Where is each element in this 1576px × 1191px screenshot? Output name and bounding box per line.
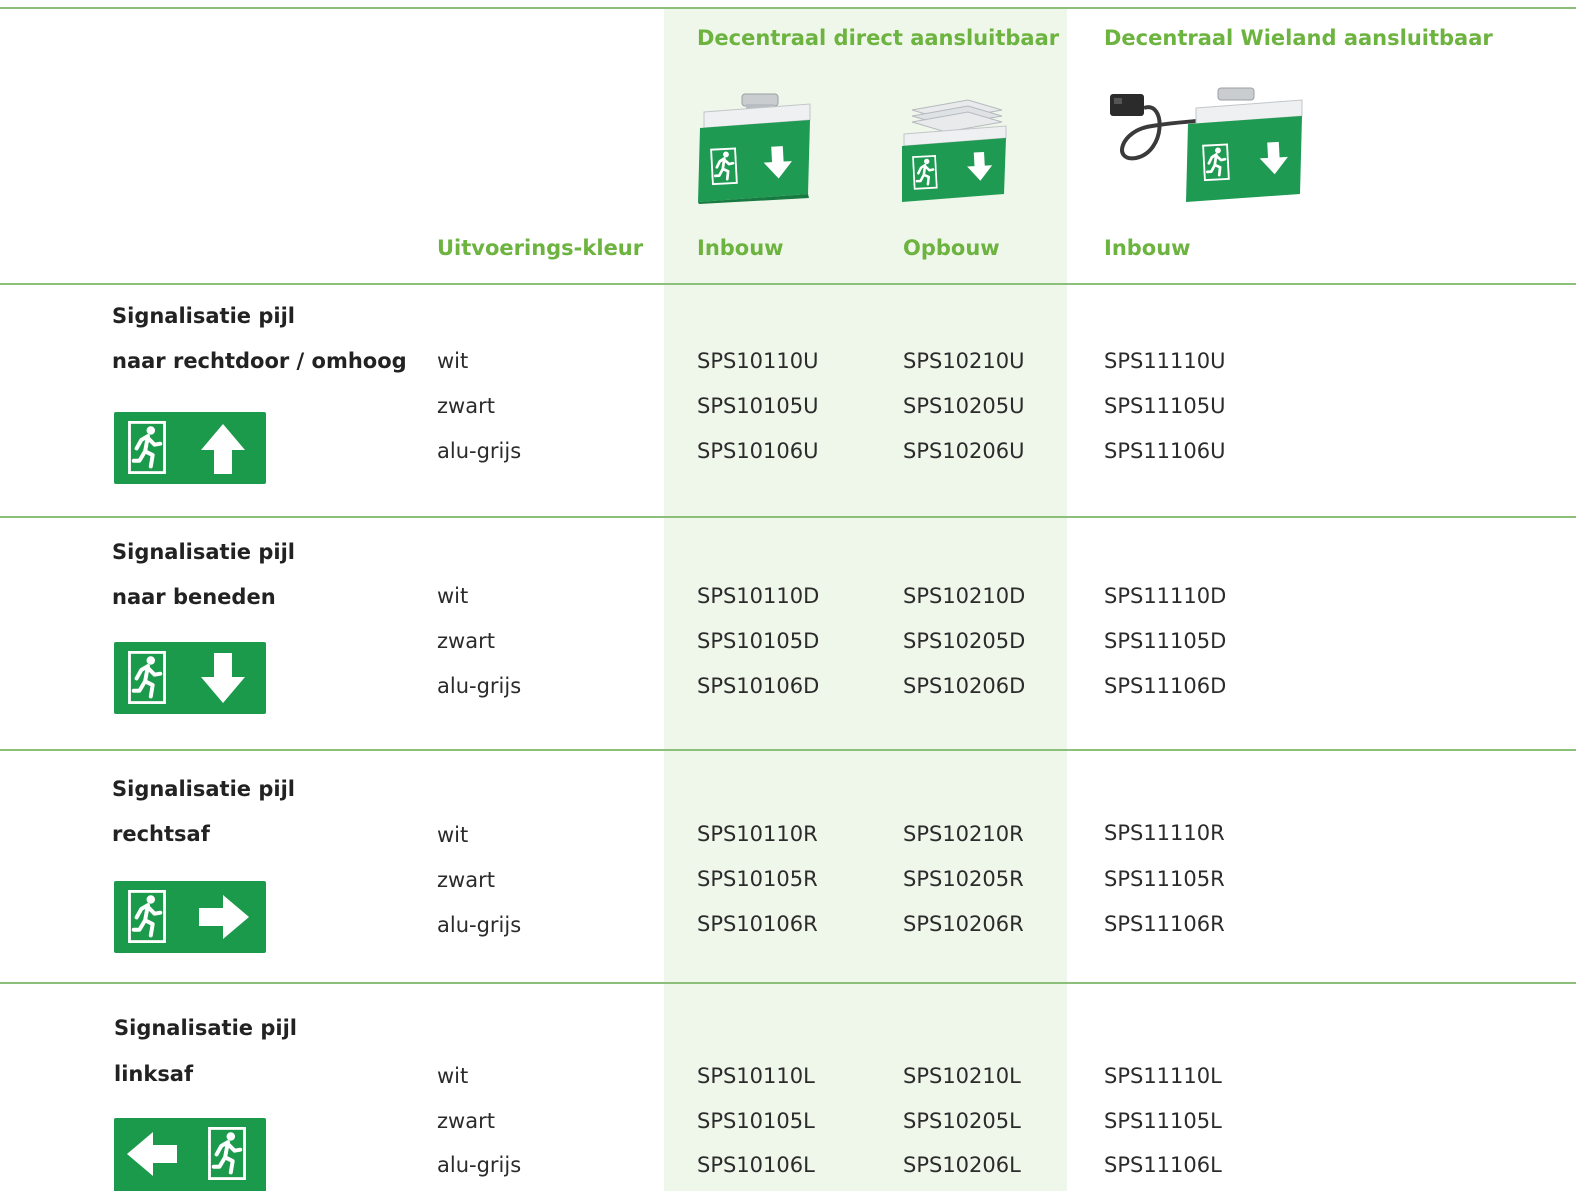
inbouw-code: SPS10106L bbox=[697, 1153, 815, 1177]
wieland-code: SPS11106R bbox=[1104, 912, 1225, 936]
section-divider bbox=[0, 982, 1576, 984]
opbouw-code: SPS10210U bbox=[903, 349, 1025, 373]
color-cell: zwart bbox=[437, 629, 495, 653]
color-cell: wit bbox=[437, 823, 469, 847]
wieland-code: SPS11105U bbox=[1104, 394, 1226, 418]
col-header-inbouw: Inbouw bbox=[697, 236, 784, 260]
wieland-code: SPS11105L bbox=[1104, 1109, 1222, 1133]
opbouw-code: SPS10205U bbox=[903, 394, 1025, 418]
exit-sign-up-icon bbox=[114, 412, 266, 484]
opbouw-code: SPS10210R bbox=[903, 822, 1024, 846]
section-title-line1: Signalisatie pijl bbox=[112, 304, 295, 328]
opbouw-code: SPS10210D bbox=[903, 584, 1026, 608]
exit-sign-right-icon bbox=[114, 881, 266, 953]
group-header-wieland: Decentraal Wieland aansluitbaar bbox=[1104, 26, 1493, 50]
color-cell: zwart bbox=[437, 868, 495, 892]
opbouw-code: SPS10205L bbox=[903, 1109, 1021, 1133]
product-image-wieland-inbouw bbox=[1110, 87, 1303, 202]
opbouw-code: SPS10206L bbox=[903, 1153, 1021, 1177]
wieland-code: SPS11110R bbox=[1104, 821, 1225, 845]
inbouw-code: SPS10105L bbox=[697, 1109, 815, 1133]
product-image-direct-opbouw bbox=[902, 99, 1007, 202]
color-cell: zwart bbox=[437, 394, 495, 418]
inbouw-code: SPS10110U bbox=[697, 349, 819, 373]
inbouw-code: SPS10110L bbox=[697, 1064, 815, 1088]
opbouw-code: SPS10210L bbox=[903, 1064, 1021, 1088]
inbouw-code: SPS10106U bbox=[697, 439, 819, 463]
section-title-line1: Signalisatie pijl bbox=[112, 540, 295, 564]
opbouw-code: SPS10206R bbox=[903, 912, 1024, 936]
group-header-direct: Decentraal direct aansluitbaar bbox=[697, 26, 1060, 50]
col-header-opbouw: Opbouw bbox=[903, 236, 1000, 260]
inbouw-code: SPS10105U bbox=[697, 394, 819, 418]
section-title-line1: Signalisatie pijl bbox=[112, 777, 295, 801]
product-image-direct-inbouw bbox=[698, 93, 811, 204]
inbouw-code: SPS10110D bbox=[697, 584, 820, 608]
wieland-code: SPS11105R bbox=[1104, 867, 1225, 891]
inbouw-code: SPS10105R bbox=[697, 867, 818, 891]
wieland-code: SPS11106L bbox=[1104, 1153, 1222, 1177]
color-cell: alu-grijs bbox=[437, 674, 522, 698]
col-header-color: Uitvoerings-kleur bbox=[437, 236, 644, 260]
opbouw-code: SPS10205D bbox=[903, 629, 1026, 653]
exit-sign-left-icon bbox=[114, 1118, 266, 1191]
inbouw-code: SPS10105D bbox=[697, 629, 820, 653]
color-cell: alu-grijs bbox=[437, 439, 522, 463]
inbouw-code: SPS10110R bbox=[697, 822, 818, 846]
opbouw-code: SPS10206D bbox=[903, 674, 1026, 698]
table-top-rule bbox=[0, 7, 1576, 9]
wieland-code: SPS11106D bbox=[1104, 674, 1227, 698]
color-cell: alu-grijs bbox=[437, 913, 522, 937]
color-cell: wit bbox=[437, 1064, 469, 1088]
section-title-line1: Signalisatie pijl bbox=[114, 1016, 297, 1040]
wieland-code: SPS11105D bbox=[1104, 629, 1227, 653]
color-cell: wit bbox=[437, 349, 469, 373]
wieland-code: SPS11106U bbox=[1104, 439, 1226, 463]
header-bottom-rule bbox=[0, 283, 1576, 285]
section-divider bbox=[0, 516, 1576, 518]
section-title-line2: rechtsaf bbox=[112, 822, 210, 846]
exit-sign-down-icon bbox=[114, 642, 266, 714]
wieland-code: SPS11110D bbox=[1104, 584, 1227, 608]
color-cell: wit bbox=[437, 584, 469, 608]
wieland-code: SPS11110L bbox=[1104, 1064, 1222, 1088]
inbouw-code: SPS10106R bbox=[697, 912, 818, 936]
opbouw-code: SPS10205R bbox=[903, 867, 1024, 891]
section-divider bbox=[0, 749, 1576, 751]
inbouw-code: SPS10106D bbox=[697, 674, 820, 698]
wieland-code: SPS11110U bbox=[1104, 349, 1226, 373]
color-cell: zwart bbox=[437, 1109, 495, 1133]
section-title-line2: naar beneden bbox=[112, 585, 276, 609]
section-title-line2: linksaf bbox=[114, 1062, 194, 1086]
opbouw-code: SPS10206U bbox=[903, 439, 1025, 463]
color-cell: alu-grijs bbox=[437, 1153, 522, 1177]
col-header-wieland-inbouw: Inbouw bbox=[1104, 236, 1191, 260]
section-title-line2: naar rechtdoor / omhoog bbox=[112, 349, 407, 373]
